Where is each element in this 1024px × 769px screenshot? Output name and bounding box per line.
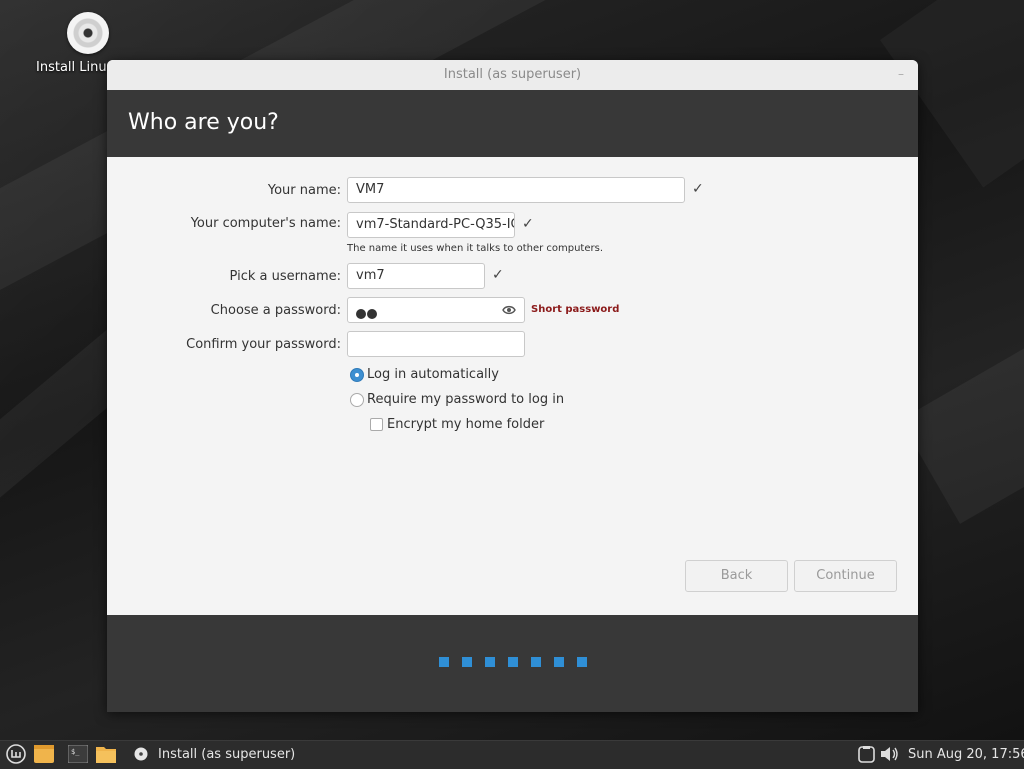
password-mask — [356, 304, 378, 322]
progress-step — [461, 657, 472, 667]
computer-name-hint: The name it uses when it talks to other … — [347, 243, 604, 254]
page-header: Who are you? — [107, 90, 918, 157]
desktop: Install Linux Install (as superuser) – W… — [0, 0, 1024, 740]
clock[interactable]: Sun Aug 20, 17:56 — [908, 747, 1024, 762]
minimize-button[interactable]: – — [894, 60, 908, 90]
mint-menu-icon[interactable] — [6, 744, 26, 764]
progress-step — [530, 657, 541, 667]
network-icon[interactable] — [858, 746, 875, 763]
taskbar-window-title[interactable]: Install (as superuser) — [158, 747, 295, 762]
username-field[interactable]: vm7 — [347, 263, 485, 289]
password-field[interactable] — [347, 297, 525, 323]
files-icon[interactable] — [34, 745, 54, 763]
installer-window: Install (as superuser) – Who are you? Yo… — [107, 60, 918, 712]
desktop-icon-label: Install Linux — [36, 60, 115, 75]
progress-step — [507, 657, 518, 667]
back-button[interactable]: Back — [685, 560, 788, 592]
username-check-icon: ✓ — [492, 267, 504, 283]
volume-icon[interactable] — [880, 745, 900, 763]
name-label: Your name: — [267, 183, 341, 198]
taskbar: $_ Install (as superuser) Sun Aug 20, 17… — [0, 740, 1024, 769]
confirm-password-field[interactable] — [347, 331, 525, 357]
progress-step — [484, 657, 495, 667]
progress-step — [576, 657, 587, 667]
terminal-icon[interactable]: $_ — [68, 745, 88, 763]
window-titlebar[interactable]: Install (as superuser) – — [107, 60, 918, 91]
password-strength-warning: Short password — [531, 304, 620, 315]
eye-icon[interactable] — [502, 304, 516, 316]
password-mask-dot — [367, 309, 377, 319]
encrypt-home-label[interactable]: Encrypt my home folder — [387, 417, 544, 432]
folder-icon[interactable] — [96, 745, 116, 763]
progress-step — [553, 657, 564, 667]
login-auto-radio[interactable] — [350, 368, 364, 382]
confirm-password-label: Confirm your password: — [186, 337, 341, 352]
name-field[interactable]: VM7 — [347, 177, 685, 203]
disc-icon — [67, 12, 109, 54]
login-auto-label[interactable]: Log in automatically — [367, 367, 499, 382]
computer-name-check-icon: ✓ — [522, 216, 534, 232]
username-label: Pick a username: — [229, 269, 341, 284]
continue-button[interactable]: Continue — [794, 560, 897, 592]
computer-name-field[interactable]: vm7-Standard-PC-Q35-IC — [347, 212, 515, 238]
password-label: Choose a password: — [210, 303, 341, 318]
user-form: Your name: VM7 ✓ Your computer's name: v… — [107, 157, 918, 615]
require-password-label[interactable]: Require my password to log in — [367, 392, 564, 407]
svg-text:$_: $_ — [71, 748, 80, 756]
progress-footer — [107, 615, 918, 712]
encrypt-home-checkbox[interactable] — [370, 418, 383, 431]
name-check-icon: ✓ — [692, 181, 704, 197]
password-mask-dot — [356, 309, 366, 319]
disc-icon — [134, 747, 148, 761]
require-password-radio[interactable] — [350, 393, 364, 407]
page-title: Who are you? — [128, 110, 279, 135]
progress-step — [438, 657, 449, 667]
computer-name-label: Your computer's name: — [190, 216, 341, 231]
window-title: Install (as superuser) — [443, 67, 582, 82]
